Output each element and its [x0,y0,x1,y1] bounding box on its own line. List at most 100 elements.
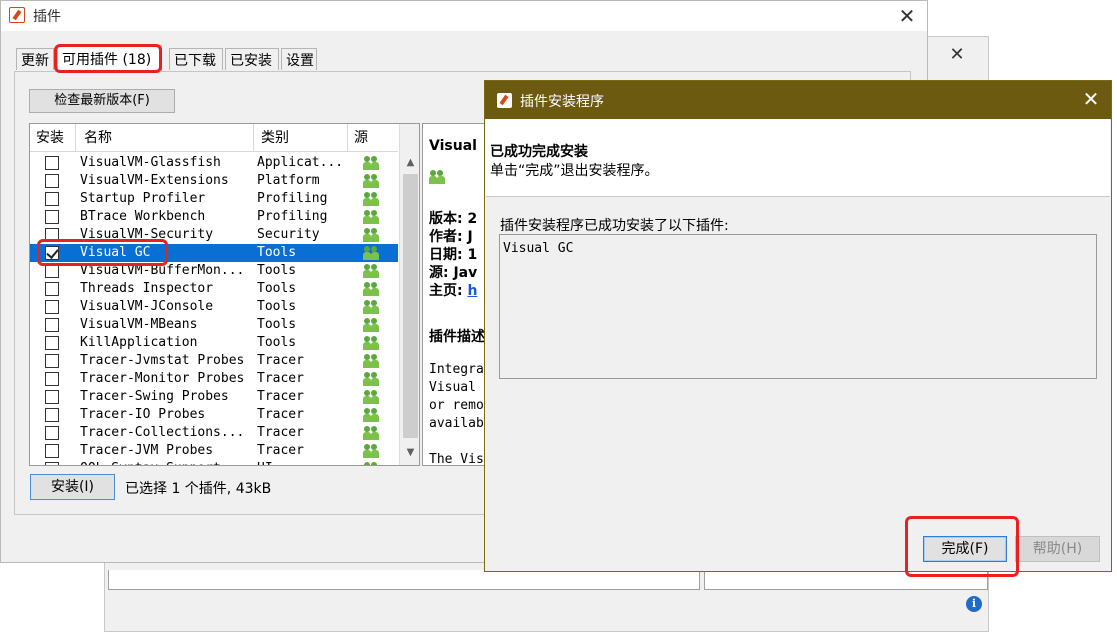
table-row[interactable]: Tracer-JVM Probes Tracer [30,442,398,460]
install-checkbox[interactable] [45,300,59,314]
install-checkbox[interactable] [45,462,59,465]
install-checkbox[interactable] [45,426,59,440]
installer-close-icon[interactable]: ✕ [1079,87,1103,111]
plugin-name: Tracer-Swing Probes [80,389,229,404]
install-checkbox[interactable] [45,336,59,350]
table-row[interactable]: OQL Syntax Support UI [30,460,398,465]
source-icon [363,192,379,206]
table-row[interactable]: Tracer-Jvmstat Probes Tracer [30,352,398,370]
plugin-category: Tracer [257,425,304,440]
details-description-line: availab [429,416,484,431]
plugin-table: 安装 名称 类别 源 VisualVM-Glassfish Applicat...… [29,123,420,466]
column-header-install[interactable]: 安装 [30,124,76,152]
install-checkbox[interactable] [45,210,59,224]
plugin-category: Tracer [257,389,304,404]
plugin-name: Tracer-Monitor Probes [80,371,245,386]
background-close-icon[interactable]: ✕ [946,44,968,66]
installer-app-icon [497,93,512,108]
install-checkbox[interactable] [45,156,59,170]
scroll-up-icon[interactable]: ▲ [400,154,419,171]
installed-plugins-list: Visual GC [499,234,1097,379]
scroll-down-icon[interactable]: ▼ [400,444,419,461]
install-checkbox[interactable] [45,372,59,386]
details-homepage-row: 主页: h [429,280,477,300]
install-checkbox[interactable] [45,282,59,296]
install-checkbox[interactable] [45,444,59,458]
plugin-name: VisualVM-JConsole [80,299,214,314]
tab-updates[interactable]: 更新 [16,48,54,70]
source-icon [363,390,379,404]
installer-titlebar: 插件安装程序 ✕ [485,81,1111,119]
install-checkbox[interactable] [45,192,59,206]
table-row[interactable]: Tracer-IO Probes Tracer [30,406,398,424]
table-row[interactable]: Threads Inspector Tools [30,280,398,298]
install-checkbox[interactable] [45,246,59,260]
check-updates-button[interactable]: 检查最新版本(F) [29,89,175,113]
plugin-name: Tracer-JVM Probes [80,443,214,458]
column-header-name[interactable]: 名称 [78,124,254,152]
install-checkbox[interactable] [45,408,59,422]
install-checkbox[interactable] [45,318,59,332]
details-date: 日期: 1 [429,247,478,263]
scroll-thumb[interactable] [403,174,418,438]
tab-downloaded[interactable]: 已下载 [169,48,223,70]
plugin-name: VisualVM-Glassfish [80,155,221,170]
plugin-category: Tools [257,335,297,350]
source-icon [363,444,379,458]
table-row[interactable]: VisualVM-Extensions Platform [30,172,398,190]
table-row[interactable]: BTrace Workbench Profiling [30,208,398,226]
column-header-source[interactable]: 源 [348,124,398,152]
source-icon [363,426,379,440]
tab-settings[interactable]: 设置 [281,48,317,70]
plugin-name: VisualVM-BufferMon... [80,263,245,278]
source-icon [363,462,379,465]
table-row[interactable]: Tracer-Monitor Probes Tracer [30,370,398,388]
plugin-category: Applicat... [257,155,344,170]
plugin-name: Tracer-IO Probes [80,407,206,422]
install-checkbox[interactable] [45,354,59,368]
table-row[interactable]: Visual GC Tools [30,244,398,262]
info-icon[interactable]: i [966,596,982,612]
close-icon[interactable]: ✕ [895,4,919,28]
details-description-heading: 插件描述 [429,329,485,345]
table-row[interactable]: VisualVM-Glassfish Applicat... [30,154,398,172]
details-description-line: or remo [429,398,484,413]
details-author: 作者: J [429,229,473,245]
tab-installed[interactable]: 已安装 [225,48,279,70]
source-icon [363,264,379,278]
source-icon [363,228,379,242]
details-description-line: Visual [429,380,476,395]
table-row[interactable]: KillApplication Tools [30,334,398,352]
table-row[interactable]: Tracer-Swing Probes Tracer [30,388,398,406]
source-icon [363,408,379,422]
plugin-rows: VisualVM-Glassfish Applicat... VisualVM-Ex… [30,154,398,465]
table-scrollbar[interactable]: ▲ ▼ [399,124,419,465]
plugin-category: Security [257,227,320,242]
tab-available-plugins[interactable]: 可用插件 (18) [57,45,162,71]
install-checkbox[interactable] [45,228,59,242]
plugin-category: Tools [257,245,297,260]
source-icon [363,300,379,314]
installer-title: 插件安装程序 [520,94,604,110]
install-button[interactable]: 安装(I) [30,474,115,500]
plugin-category: Platform [257,173,320,188]
details-homepage-link[interactable]: h [467,283,477,299]
table-row[interactable]: VisualVM-Security Security [30,226,398,244]
plugin-name: KillApplication [80,335,198,350]
table-row[interactable]: Tracer-Collections... Tracer [30,424,398,442]
install-checkbox[interactable] [45,390,59,404]
table-row[interactable]: VisualVM-JConsole Tools [30,298,398,316]
install-checkbox[interactable] [45,174,59,188]
column-header-category[interactable]: 类别 [255,124,348,152]
table-row[interactable]: VisualVM-BufferMon... Tools [30,262,398,280]
source-icon [363,372,379,386]
details-homepage-label: 主页: [429,283,468,299]
plugin-name: Visual GC [80,245,151,260]
source-icon [363,354,379,368]
source-icon [363,336,379,350]
table-row[interactable]: Startup Profiler Profiling [30,190,398,208]
finish-button[interactable]: 完成(F) [923,536,1007,562]
table-row[interactable]: VisualVM-MBeans Tools [30,316,398,334]
plugin-category: Profiling [257,191,328,206]
install-checkbox[interactable] [45,264,59,278]
